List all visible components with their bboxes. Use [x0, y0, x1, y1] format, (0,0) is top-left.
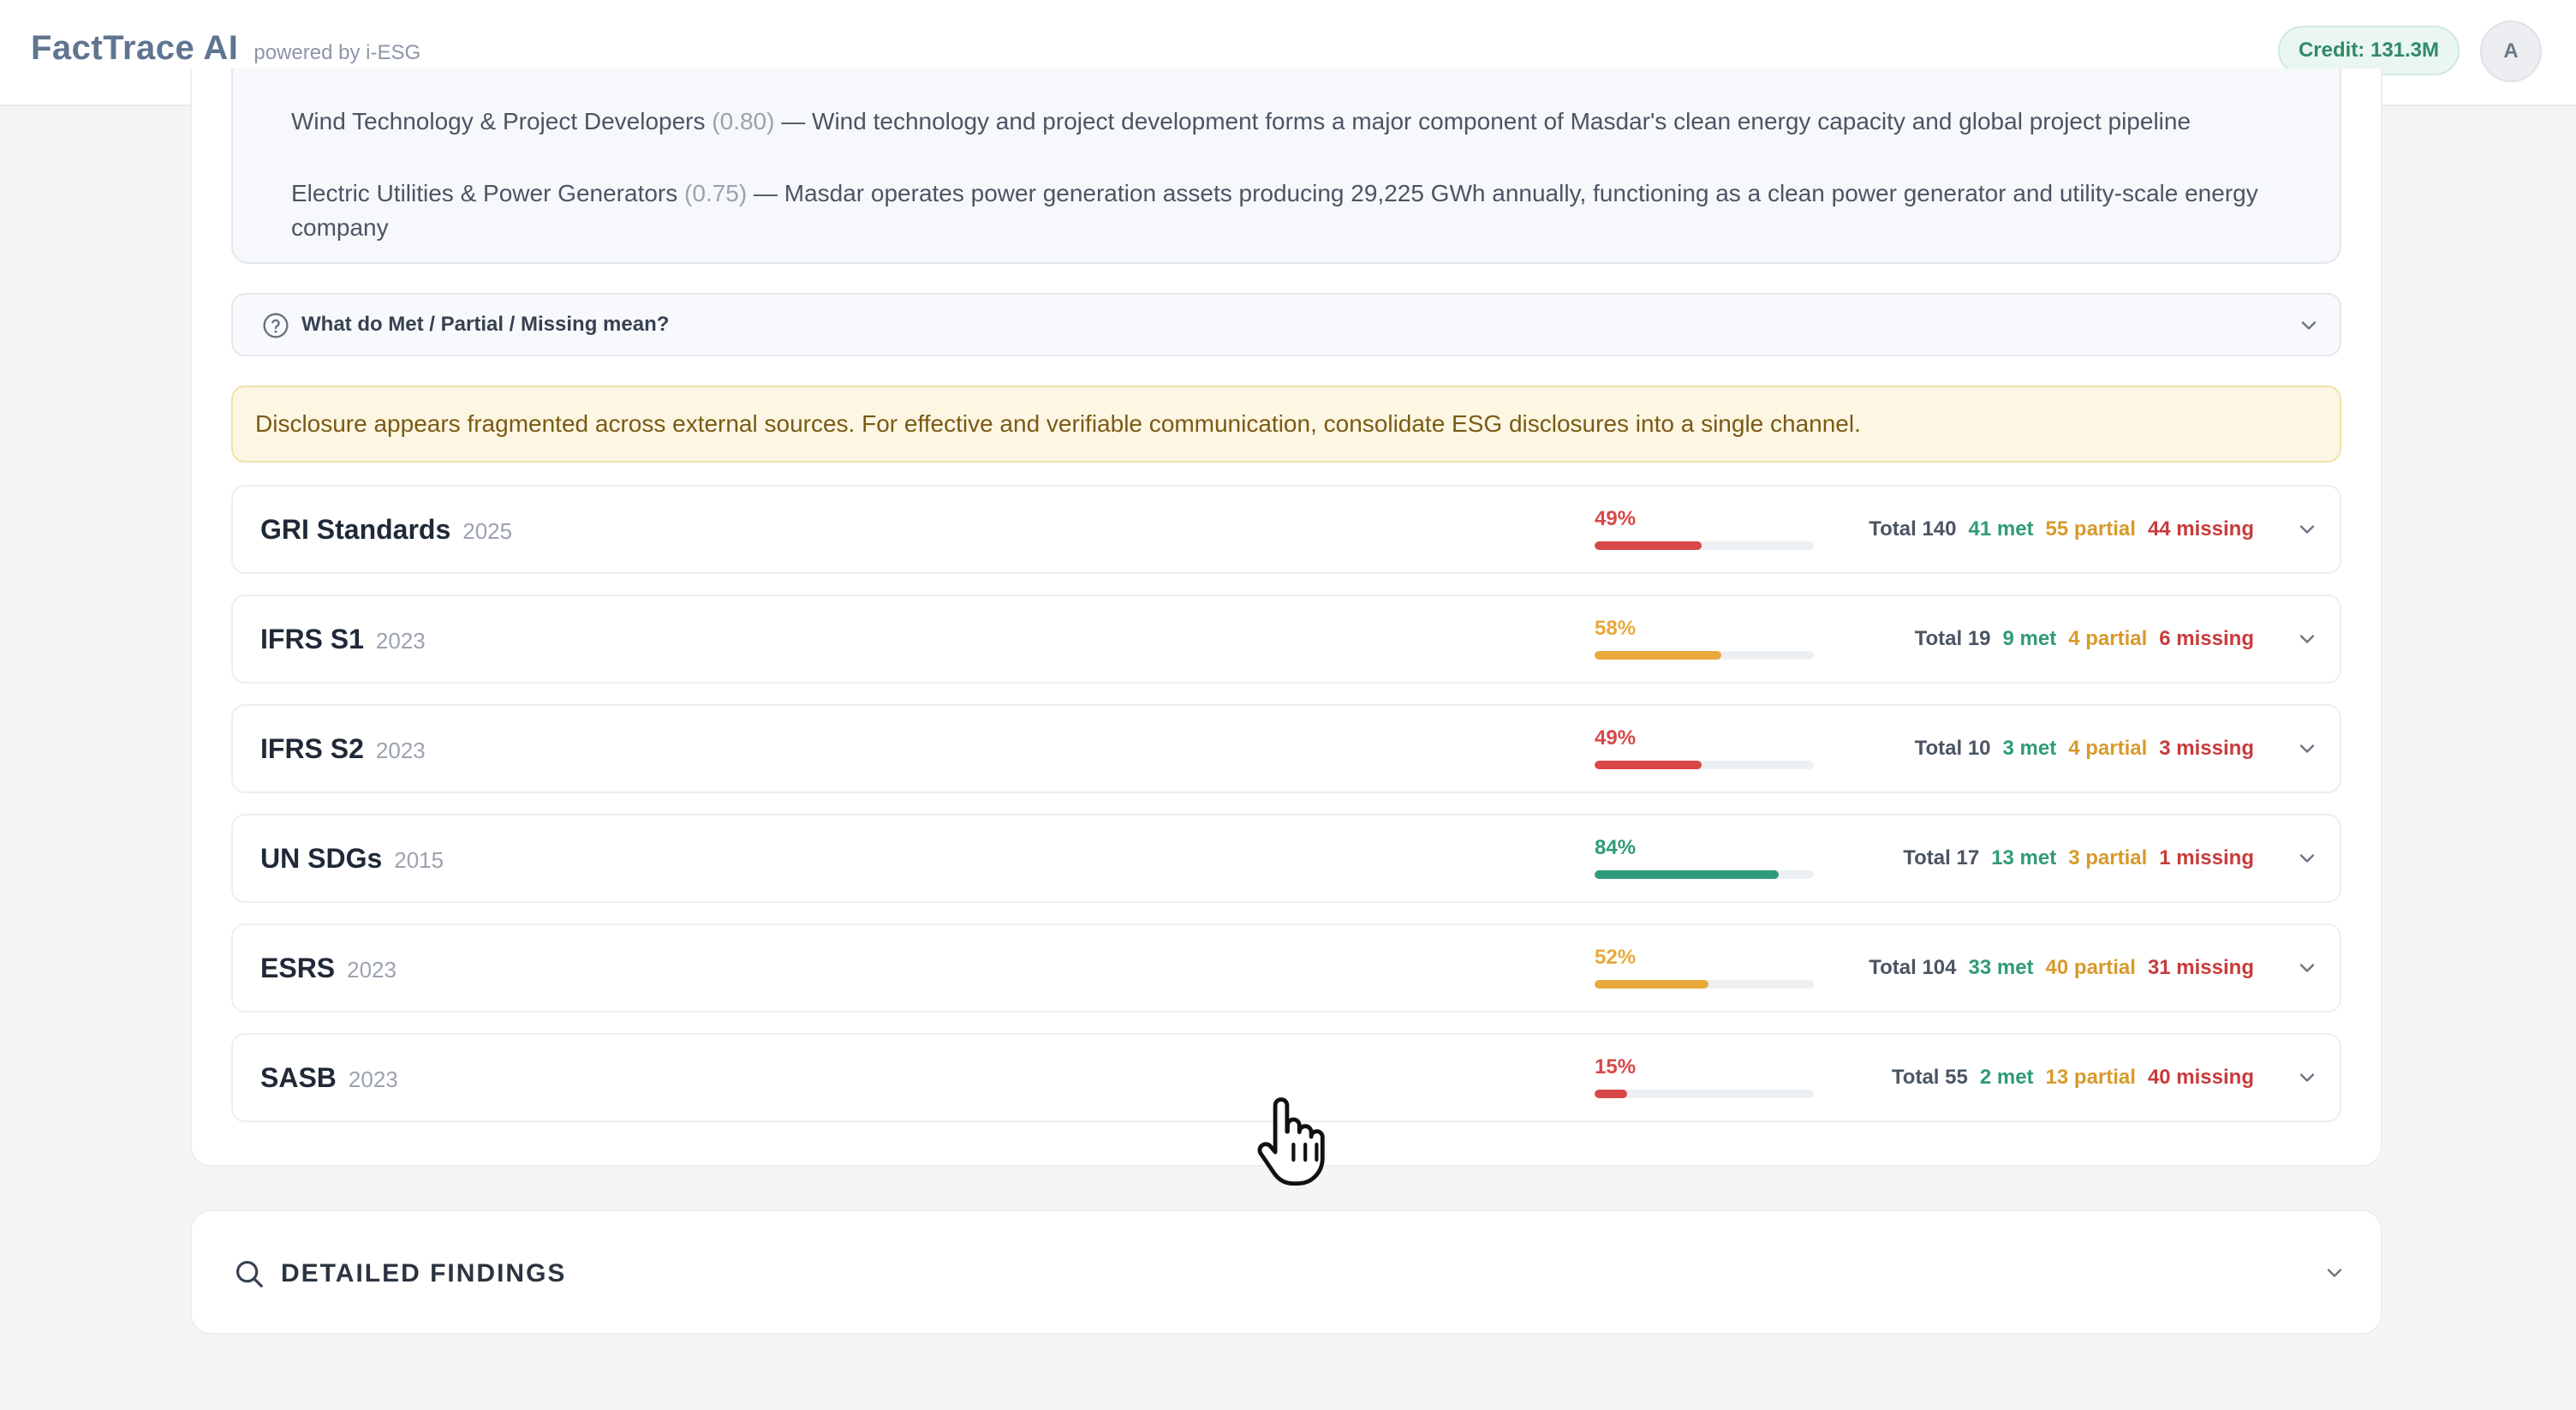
brand-subtitle: powered by i-ESG: [253, 41, 421, 64]
framework-title: SASB: [260, 1062, 337, 1093]
detailed-findings-section[interactable]: DETAILED FINDINGS: [190, 1210, 2382, 1335]
status-legend-accordion[interactable]: What do Met / Partial / Missing mean?: [231, 293, 2341, 356]
framework-title: IFRS S2: [260, 733, 364, 764]
coverage-percent: 84%: [1595, 836, 1637, 859]
partial-count: 3 partial: [2068, 846, 2148, 869]
framework-title: GRI Standards: [260, 514, 451, 545]
missing-count: 31 missing: [2147, 956, 2254, 979]
chevron-down-icon[interactable]: [2323, 1261, 2346, 1285]
total-count: Total 104: [1869, 956, 1957, 979]
missing-count: 1 missing: [2159, 846, 2254, 869]
coverage-progress-bar: [1595, 541, 1814, 550]
coverage-progress-bar: [1595, 870, 1814, 879]
met-count: 9 met: [2002, 627, 2057, 650]
coverage-percent: 49%: [1595, 726, 1637, 750]
hand-pointer-icon: [1257, 1097, 1325, 1186]
framework-name: ESRS 2023: [260, 953, 397, 984]
coverage-progress-fill: [1595, 870, 1780, 879]
framework-year: 2025: [462, 518, 513, 544]
missing-count: 6 missing: [2159, 627, 2254, 650]
coverage-percent: 58%: [1595, 617, 1637, 640]
user-avatar[interactable]: A: [2480, 21, 2542, 82]
framework-name: IFRS S2 2023: [260, 733, 426, 765]
framework-row-ifrs-s1[interactable]: IFRS S1 2023 58% Total 19 9 met 4 partial…: [231, 594, 2341, 684]
framework-row-gri-standards[interactable]: GRI Standards 2025 49% Total 140 41 met 5…: [231, 485, 2341, 574]
status-legend-label: What do Met / Partial / Missing mean?: [301, 313, 670, 336]
met-count: 2 met: [1979, 1066, 2034, 1089]
framework-name: GRI Standards 2025: [260, 514, 512, 546]
coverage-percent: 15%: [1595, 1055, 1637, 1078]
partial-count: 55 partial: [2045, 517, 2136, 541]
met-count: 3 met: [2002, 737, 2057, 760]
industry-name: Electric Utilities & Power Generators: [291, 180, 678, 206]
coverage-progress-bar: [1595, 651, 1814, 660]
framework-title: UN SDGs: [260, 843, 383, 874]
section-title: DETAILED FINDINGS: [281, 1259, 567, 1288]
coverage-progress-bar: [1595, 980, 1814, 989]
framework-year: 2023: [375, 628, 426, 654]
coverage-progress-fill: [1595, 1090, 1628, 1098]
total-count: Total 10: [1914, 737, 1991, 760]
partial-count: 4 partial: [2068, 627, 2148, 650]
requirement-counts: Total 104 33 met 40 partial 31 missing: [1869, 956, 2254, 980]
framework-row-un-sdgs[interactable]: UN SDGs 2015 84% Total 17 13 met 3 partia…: [231, 814, 2341, 903]
requirement-counts: Total 55 2 met 13 partial 40 missing: [1892, 1066, 2254, 1090]
chevron-down-icon[interactable]: [2295, 956, 2319, 980]
industry-score: (0.75): [684, 180, 748, 206]
missing-count: 44 missing: [2147, 517, 2254, 541]
requirement-counts: Total 19 9 met 4 partial 6 missing: [1915, 627, 2254, 651]
search-icon: [236, 1260, 263, 1288]
fragmentation-warning: Disclosure appears fragmented across ext…: [231, 385, 2341, 463]
chevron-down-icon[interactable]: [2295, 1066, 2319, 1090]
requirement-counts: Total 10 3 met 4 partial 3 missing: [1915, 737, 2254, 761]
total-count: Total 140: [1869, 517, 1957, 541]
chevron-down-icon[interactable]: [2295, 846, 2319, 870]
met-count: 33 met: [1968, 956, 2034, 979]
coverage-percent: 49%: [1595, 507, 1637, 530]
brand[interactable]: FactTrace AI powered by i-ESG: [31, 29, 420, 68]
requirement-counts: Total 17 13 met 3 partial 1 missing: [1903, 846, 2254, 870]
partial-count: 4 partial: [2068, 737, 2148, 760]
framework-title: IFRS S1: [260, 624, 364, 654]
coverage-progress-bar: [1595, 761, 1814, 769]
framework-row-ifrs-s2[interactable]: IFRS S2 2023 49% Total 10 3 met 4 partial…: [231, 704, 2341, 793]
question-circle-icon: [263, 313, 289, 338]
missing-count: 3 missing: [2159, 737, 2254, 760]
total-count: Total 17: [1903, 846, 1980, 869]
coverage-progress-bar: [1595, 1090, 1814, 1098]
chevron-down-icon[interactable]: [2297, 314, 2321, 338]
chevron-down-icon[interactable]: [2295, 517, 2319, 541]
industry-classification-box: Wind Technology & Project Developers (0.…: [231, 69, 2341, 264]
framework-row-esrs[interactable]: ESRS 2023 52% Total 104 33 met 40 partial…: [231, 923, 2341, 1013]
coverage-progress-fill: [1595, 980, 1709, 989]
chevron-down-icon[interactable]: [2295, 737, 2319, 761]
coverage-progress-fill: [1595, 761, 1702, 769]
framework-year: 2023: [348, 1066, 398, 1092]
framework-title: ESRS: [260, 953, 336, 983]
met-count: 41 met: [1968, 517, 2034, 541]
industry-description: — Wind technology and project developmen…: [781, 108, 2191, 134]
brand-name: FactTrace AI: [31, 29, 239, 67]
industry-name: Wind Technology & Project Developers: [291, 108, 706, 134]
total-count: Total 19: [1914, 627, 1991, 650]
chevron-down-icon[interactable]: [2295, 627, 2319, 651]
industry-item: Wind Technology & Project Developers (0.…: [291, 105, 2329, 139]
total-count: Total 55: [1891, 1066, 1968, 1089]
met-count: 13 met: [1991, 846, 2057, 869]
framework-year: 2015: [394, 847, 444, 873]
framework-name: UN SDGs 2015: [260, 843, 444, 875]
missing-count: 40 missing: [2147, 1066, 2254, 1089]
partial-count: 13 partial: [2045, 1066, 2136, 1089]
industry-score: (0.80): [712, 108, 775, 134]
framework-name: IFRS S1 2023: [260, 624, 426, 655]
coverage-percent: 52%: [1595, 946, 1637, 969]
framework-year: 2023: [347, 957, 397, 983]
coverage-progress-fill: [1595, 651, 1722, 660]
framework-year: 2023: [375, 738, 426, 763]
industry-item: Electric Utilities & Power Generators (0…: [291, 176, 2329, 245]
requirement-counts: Total 140 41 met 55 partial 44 missing: [1869, 517, 2254, 541]
coverage-progress-fill: [1595, 541, 1702, 550]
partial-count: 40 partial: [2045, 956, 2136, 979]
framework-name: SASB 2023: [260, 1062, 398, 1094]
